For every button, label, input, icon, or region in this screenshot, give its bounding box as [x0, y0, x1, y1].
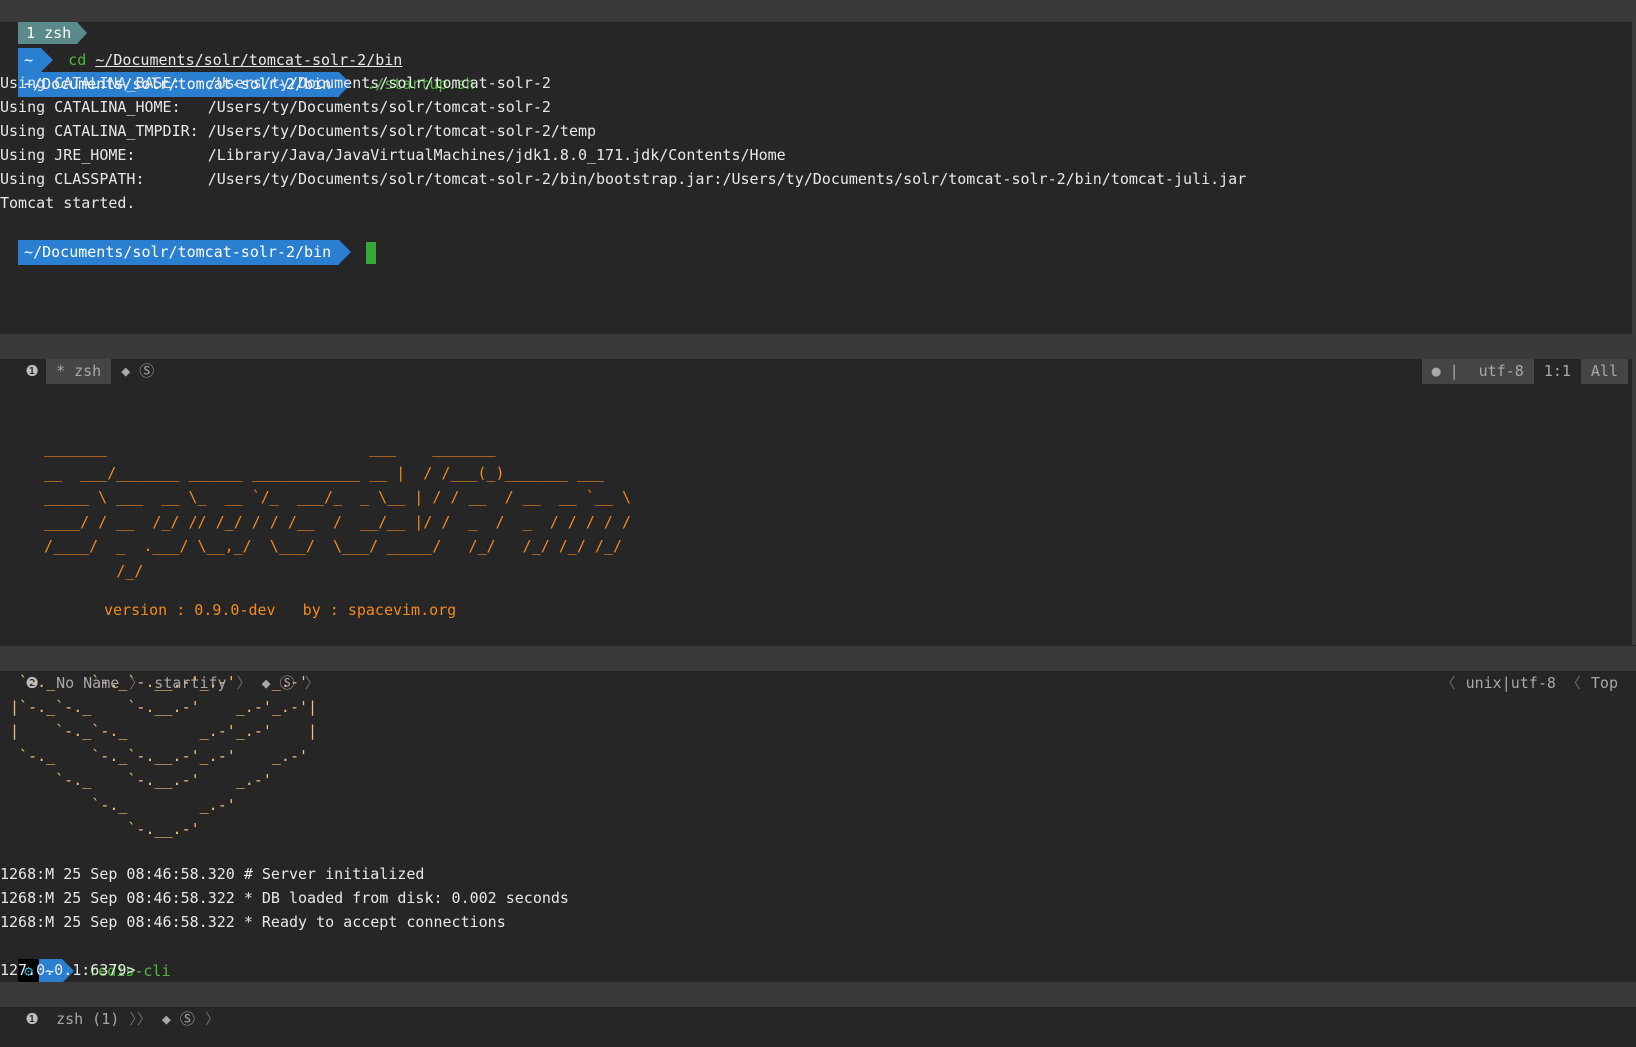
file-format: unix|utf-8 [1465, 674, 1556, 692]
terminal-cursor [366, 241, 377, 264]
active-prompt-line[interactable]: ~/Documents/solr/tomcat-solr-2/bin [0, 215, 377, 265]
spacevim-version-line: version : 0.9.0-dev by : spacevim.org [104, 601, 457, 619]
status-icons: ◆ Ⓢ [121, 362, 155, 380]
pane2-scrollbar[interactable] [1632, 359, 1636, 645]
redis-cli-prompt-line: ⚙ ~ redis-cli [0, 934, 171, 984]
startup-command-line: ~/Documents/solr/tomcat-solr-2/bin ./sta… [0, 47, 475, 97]
redis-log-line: 1268:M 25 Sep 08:46:58.320 # Server init… [0, 865, 425, 883]
redis-log-line: 1268:M 25 Sep 08:46:58.322 * Ready to ac… [0, 913, 506, 931]
prompt-segment: ~/Documents/solr/tomcat-solr-2/bin [18, 240, 352, 265]
status-icons: ◆ Ⓢ [161, 1010, 195, 1028]
status-right: ● | utf-8 1:1 All [1385, 334, 1628, 409]
file-encoding: utf-8 [1468, 359, 1534, 384]
redis-log-line: 1268:M 25 Sep 08:46:58.322 * DB loaded f… [0, 889, 569, 907]
scroll-position: Top [1590, 674, 1618, 692]
output-line: Tomcat started. [0, 194, 136, 212]
output-line: Using CATALINA_TMPDIR: /Users/ty/Documen… [0, 122, 597, 140]
redis-ascii-logo: `-._ `-._`-.__.-'_.-' _.-' |`-._`-._ `-.… [10, 673, 318, 838]
output-line: Using CLASSPATH: /Users/ty/Documents/sol… [0, 170, 1247, 188]
buffer-name: * zsh [46, 359, 112, 384]
window-number: ❶ [25, 1010, 39, 1028]
scroll-position: All [1580, 359, 1628, 384]
statusline-3: ❶ zsh (1) 〉〉 ◆ Ⓢ 〉 [0, 982, 1636, 1028]
cd-command-line: ~ cd ~/Documents/solr/tomcat-solr-2/bin [0, 23, 402, 73]
apple-icon: ● | [1421, 359, 1469, 384]
statusline-2: ❷ No Name 〉 startify 〉 ◆ Ⓢ 〉 〈 unix|utf-8 〈 Top [0, 646, 1636, 692]
cursor-position: 1:1 [1543, 362, 1571, 380]
buffer-name: zsh (1) [56, 1010, 120, 1028]
output-line: Using CATALINA_BASE: /Users/ty/Documents… [0, 74, 551, 92]
status-right: 〈 unix|utf-8 〈 Top [1404, 646, 1628, 721]
pane1-scrollbar[interactable] [1632, 22, 1636, 334]
output-line: Using JRE_HOME: /Library/Java/JavaVirtua… [0, 146, 786, 164]
redis-input-line[interactable]: 127.0.0.1:6379> [0, 958, 135, 983]
statusline-1: ❶ * zsh ◆ Ⓢ ● | utf-8 1:1 All [0, 334, 1636, 384]
tmux-tab-bar: 1 zsh [0, 0, 1636, 44]
window-number: ❶ [25, 362, 39, 380]
output-line: Using CATALINA_HOME: /Users/ty/Documents… [0, 98, 551, 116]
spacevim-ascii-logo: _______ ___ _______ __ ___/_______ _____… [44, 439, 631, 580]
